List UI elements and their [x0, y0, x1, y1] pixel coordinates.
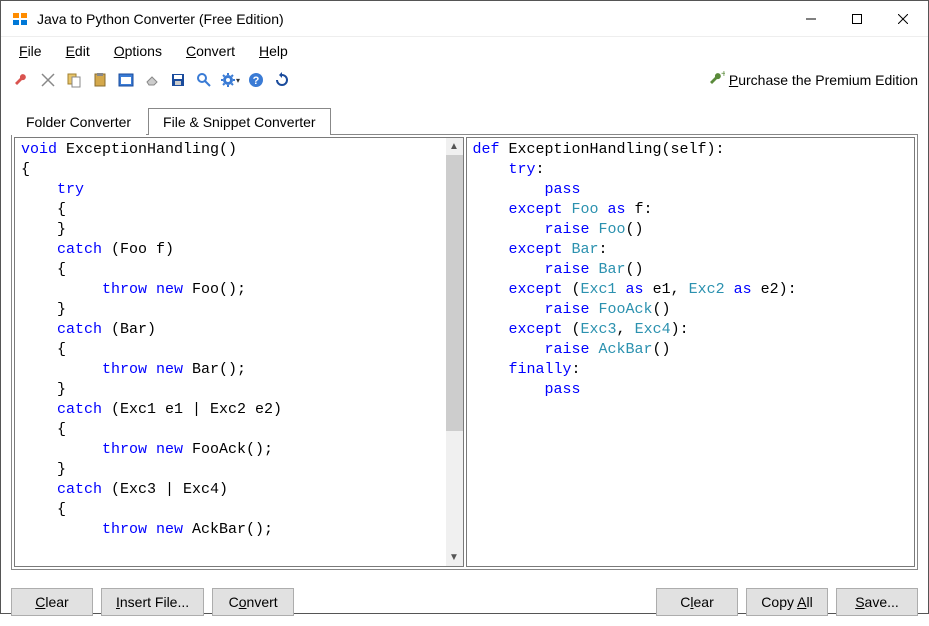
scroll-thumb[interactable] — [446, 155, 463, 431]
wrench-icon[interactable] — [11, 69, 33, 91]
minimize-button[interactable] — [788, 4, 834, 34]
menubar: File Edit Options Convert Help — [1, 37, 928, 65]
settings-gear-icon[interactable]: ▾ — [219, 69, 241, 91]
help-icon[interactable]: ? — [245, 69, 267, 91]
app-icon — [11, 10, 29, 28]
source-scrollbar[interactable]: ▲ ▼ — [446, 138, 463, 566]
tab-strip: Folder Converter File & Snippet Converte… — [1, 107, 928, 134]
insert-file-button[interactable]: Insert File... — [101, 588, 204, 616]
tab-folder-converter[interactable]: Folder Converter — [11, 108, 146, 135]
tab-file-snippet-converter[interactable]: File & Snippet Converter — [148, 108, 331, 135]
search-icon[interactable] — [193, 69, 215, 91]
erase-icon[interactable] — [141, 69, 163, 91]
convert-button[interactable]: Convert — [212, 588, 294, 616]
refresh-icon[interactable] — [271, 69, 293, 91]
save-button[interactable]: Save... — [836, 588, 918, 616]
cut-icon[interactable] — [37, 69, 59, 91]
premium-link[interactable]: + Purchase the Premium Edition — [709, 71, 918, 90]
target-code-pane[interactable]: def ExceptionHandling(self): try: pass e… — [466, 137, 916, 567]
clear-left-button[interactable]: Clear — [11, 588, 93, 616]
svg-text:+: + — [721, 71, 725, 80]
scroll-down-icon[interactable]: ▼ — [446, 549, 463, 566]
save-icon[interactable] — [167, 69, 189, 91]
clear-right-button[interactable]: Clear — [656, 588, 738, 616]
app-title: Java to Python Converter (Free Edition) — [37, 11, 284, 27]
button-row: Clear Insert File... Convert Clear Copy … — [1, 570, 928, 626]
menu-edit[interactable]: Edit — [56, 39, 100, 63]
menu-options[interactable]: Options — [104, 39, 172, 63]
svg-text:?: ? — [253, 75, 260, 87]
titlebar: Java to Python Converter (Free Edition) — [1, 1, 928, 37]
target-code-text[interactable]: def ExceptionHandling(self): try: pass e… — [467, 138, 915, 402]
maximize-button[interactable] — [834, 4, 880, 34]
scroll-track[interactable] — [446, 155, 463, 549]
copy-icon[interactable] — [63, 69, 85, 91]
scroll-up-icon[interactable]: ▲ — [446, 138, 463, 155]
window-controls — [788, 4, 926, 34]
menu-help[interactable]: Help — [249, 39, 298, 63]
premium-wrench-icon: + — [709, 71, 725, 90]
copy-all-button[interactable]: Copy All — [746, 588, 828, 616]
window-icon[interactable] — [115, 69, 137, 91]
menu-file[interactable]: File — [9, 39, 52, 63]
menu-convert[interactable]: Convert — [176, 39, 245, 63]
close-button[interactable] — [880, 4, 926, 34]
toolbar: ▾ ? + Purchase the Premium Edition — [1, 65, 928, 95]
paste-icon[interactable] — [89, 69, 111, 91]
content-area: void ExceptionHandling() { try { } catch… — [11, 134, 918, 570]
source-code-text[interactable]: void ExceptionHandling() { try { } catch… — [15, 138, 463, 542]
source-code-pane[interactable]: void ExceptionHandling() { try { } catch… — [14, 137, 464, 567]
